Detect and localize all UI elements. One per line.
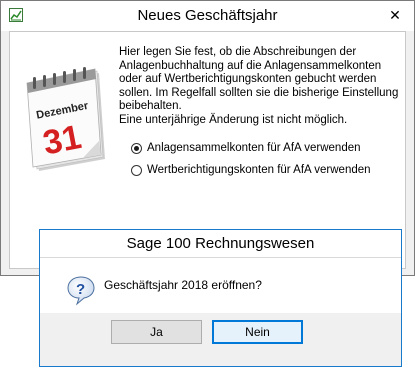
- description-line: Eine unterjährige Änderung ist nicht mög…: [119, 113, 348, 126]
- option-label: Wertberichtigungskonten für AfA verwende…: [147, 164, 371, 176]
- dialog-message: Geschäftsjahr 2018 eröffnen?: [104, 278, 262, 292]
- radio-button-checked[interactable]: [131, 142, 142, 154]
- description-line: sollen. Im Regelfall sollten sie die bis…: [119, 86, 399, 99]
- calendar-icon: Dezember 31: [26, 67, 105, 171]
- description-line: beibehalten.: [119, 100, 182, 112]
- question-icon: ?: [67, 276, 95, 306]
- option-anlagensammelkonten[interactable]: Anlagensammelkonten für AfA verwenden: [131, 140, 361, 156]
- dialog-titlebar: Sage 100 Rechnungswesen: [40, 230, 401, 258]
- dialog-title: Sage 100 Rechnungswesen: [126, 235, 315, 252]
- main-window-title: Neues Geschäftsjahr: [137, 7, 278, 24]
- close-button[interactable]: ✕: [384, 5, 406, 25]
- description-line: oder auf Wertberichtigungskonten gebucht…: [119, 73, 377, 85]
- no-button[interactable]: Nein: [212, 320, 303, 344]
- description-text: Hier legen Sie fest, ob die Abschreibung…: [119, 46, 399, 127]
- svg-text:?: ?: [76, 281, 85, 298]
- radio-button[interactable]: [131, 164, 142, 176]
- description-line: Anlagenbuchhaltung auf die Anlagensammel…: [119, 59, 382, 72]
- confirm-dialog: Sage 100 Rechnungswesen ? Geschäftsjahr …: [39, 229, 402, 367]
- option-wertberichtigungskonten[interactable]: Wertberichtigungskonten für AfA verwende…: [131, 162, 371, 178]
- yes-button[interactable]: Ja: [111, 320, 202, 344]
- main-titlebar: Neues Geschäftsjahr ✕: [1, 1, 414, 31]
- option-label: Anlagensammelkonten für AfA verwenden: [147, 142, 361, 154]
- calendar-day: 31: [40, 118, 84, 163]
- description-line: Hier legen Sie fest, ob die Abschreibung…: [119, 46, 357, 58]
